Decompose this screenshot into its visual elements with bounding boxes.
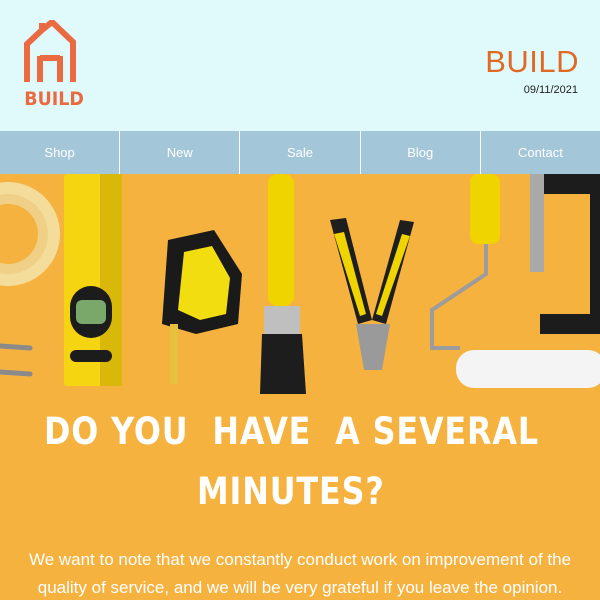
nav-bar: Shop New Sale Blog Contact [0, 131, 600, 174]
paint-roller-icon [430, 174, 600, 388]
nav-item-shop[interactable]: Shop [0, 131, 121, 174]
headline-line-1: DO YOU HAVE A SEVERAL [44, 410, 540, 453]
logo-text: BUILD [24, 88, 84, 110]
tape-measure-icon [162, 230, 242, 384]
nav-item-new[interactable]: New [120, 131, 241, 174]
house-logo-icon [24, 20, 76, 82]
brand-title: BUILD [485, 44, 579, 79]
spirit-level-icon [64, 174, 122, 386]
headline-line-2: MINUTES? [197, 470, 385, 513]
clamp-icon [530, 174, 600, 334]
hero-banner: DO YOU HAVE A SEVERAL MINUTES? We want t… [0, 174, 600, 600]
brand-logo[interactable]: BUILD [22, 20, 84, 112]
screw-icon [0, 343, 33, 377]
tape-roll-icon [0, 182, 60, 286]
hero-body-text: We want to note that we constantly condu… [28, 550, 572, 597]
nav-item-contact[interactable]: Contact [481, 131, 600, 174]
nav-item-blog[interactable]: Blog [361, 131, 481, 174]
issue-date: 09/11/2021 [523, 84, 578, 96]
paint-brush-icon [260, 174, 306, 394]
pliers-icon [330, 218, 414, 370]
email-header: BUILD BUILD 09/11/2021 [0, 0, 600, 131]
nav-item-sale[interactable]: Sale [240, 131, 361, 174]
tools-illustration [0, 174, 600, 394]
